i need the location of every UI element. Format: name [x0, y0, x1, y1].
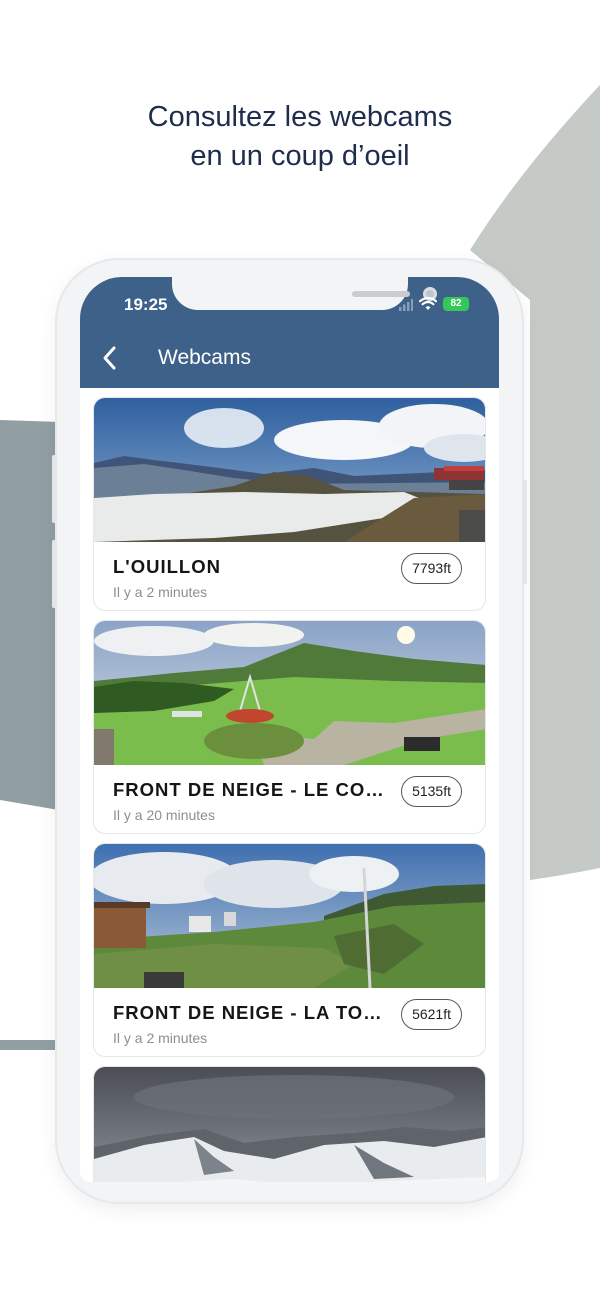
webcam-card-ouillon[interactable]: L'OUILLON Il y a 2 minutes 7793ft [93, 397, 486, 611]
altitude-badge: 5621ft [401, 999, 462, 1030]
screen-title: Webcams [158, 346, 251, 369]
headline-line-1: Consultez les webcams [147, 101, 453, 133]
app-header: 19:25 82 Webcams [80, 277, 499, 388]
webcam-updated: Il y a 20 minutes [113, 807, 215, 823]
volume-up-button [52, 455, 57, 523]
webcam-name: FRONT DE NEIGE - LE CORBIER [113, 779, 388, 800]
wifi-icon [419, 297, 437, 310]
headline-line-2: en un coup d’oeil [190, 140, 410, 172]
phone-frame: 19:25 82 Webcams L'OUILLON Il y a 2 minu… [52, 260, 527, 1202]
altitude-badge: 5135ft [401, 776, 462, 807]
signal-icon [399, 299, 413, 311]
app-screen: 19:25 82 Webcams L'OUILLON Il y a 2 minu… [80, 277, 499, 1182]
webcam-card-corbier[interactable]: FRONT DE NEIGE - LE CORBIER Il y a 20 mi… [93, 620, 486, 834]
volume-down-button [52, 540, 57, 608]
battery-icon: 82 [443, 297, 469, 311]
webcam-card-toussuire[interactable]: FRONT DE NEIGE - LA TOUSSUIRE Il y a 2 m… [93, 843, 486, 1057]
chevron-left-icon[interactable] [100, 345, 120, 371]
webcam-name: L'OUILLON [113, 556, 221, 577]
webcam-updated: Il y a 2 minutes [113, 1030, 208, 1046]
headline: Consultez les webcams en un coup d’oeil [0, 98, 600, 176]
webcam-image[interactable] [94, 621, 485, 765]
webcam-image[interactable] [94, 398, 485, 542]
power-button [522, 480, 527, 584]
webcam-name: FRONT DE NEIGE - LA TOUSSUIRE [113, 1002, 388, 1023]
speaker [352, 291, 410, 297]
webcam-card-4[interactable] [93, 1066, 486, 1182]
notch [172, 277, 437, 310]
webcam-updated: Il y a 2 minutes [113, 584, 208, 600]
webcam-image[interactable] [94, 1067, 485, 1182]
webcam-image[interactable] [94, 844, 485, 988]
altitude-badge: 7793ft [401, 553, 462, 584]
status-time: 19:25 [124, 295, 168, 314]
